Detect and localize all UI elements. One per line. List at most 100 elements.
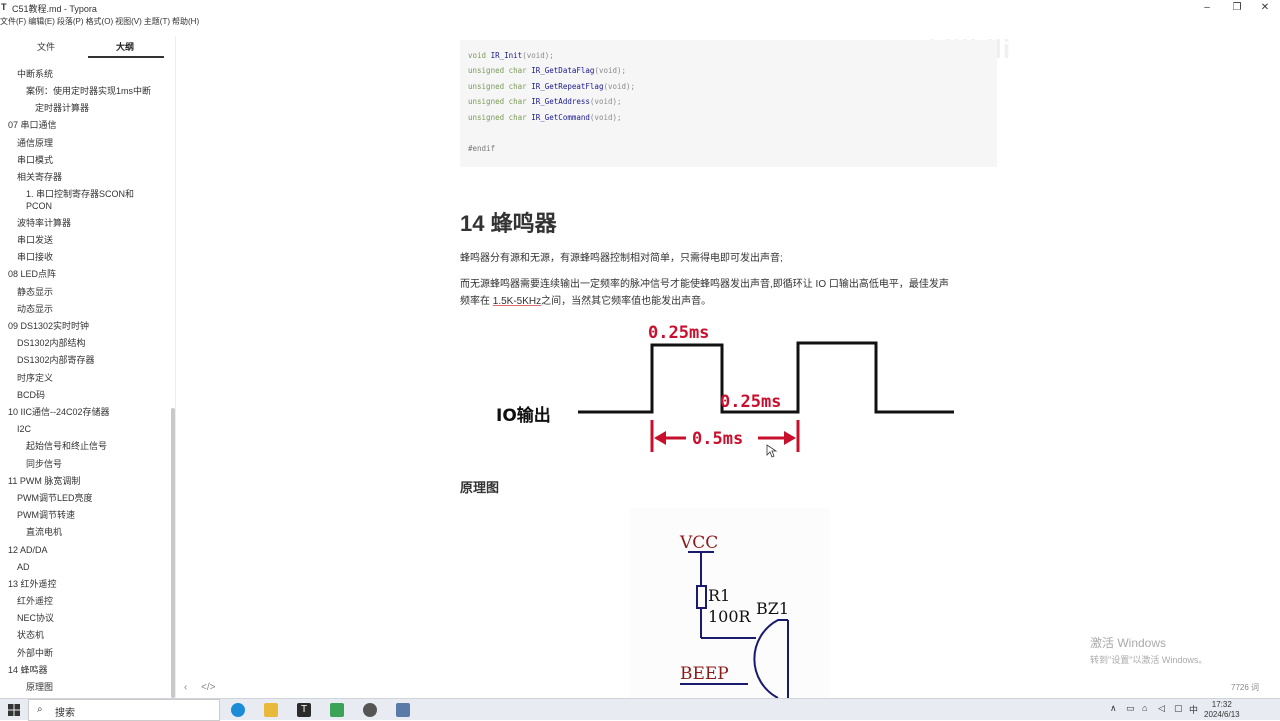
pwm-waveform-figure: IO输出 0.25ms 0.25ms 0.5ms [496, 323, 954, 458]
menu-help[interactable]: 帮助(H) [172, 15, 201, 29]
menu-bar: 文件(F) 编辑(E) 段落(P) 格式(O) 视图(V) 主题(T) 帮助(H… [0, 15, 201, 29]
period-label: 0.5ms [692, 429, 743, 449]
clock-date: 2024/6/13 [1204, 710, 1240, 719]
volume-icon[interactable]: ◁ [1158, 703, 1165, 714]
subsection-heading: 原理图 [460, 480, 500, 495]
vcc-label: VCC [679, 533, 718, 553]
menu-file[interactable]: 文件(F) [0, 15, 28, 29]
menu-view[interactable]: 视图(V) [115, 15, 144, 29]
paragraph: 蜂鸣器分有源和无源，有源蜂鸣器控制相对简单，只需得电即可发出声音; [460, 253, 783, 264]
outline-item[interactable]: 12 AD/DA [8, 544, 48, 556]
outline-item[interactable]: PWM调节LED亮度 [17, 492, 93, 504]
outline-item[interactable]: 案例：使用定时器实现1ms中断 [26, 85, 151, 97]
outline-item[interactable]: 起始信号和终止信号 [26, 440, 107, 452]
typora-app-icon: T [1, 2, 7, 12]
arrowhead-right [784, 431, 796, 445]
taskbar: ⌕ 搜索 T ∧ ▭ ⌂ ◁ ▢ 中 17:32 2024/6/13 [0, 698, 1280, 721]
outline-item[interactable]: 直流电机 [26, 526, 62, 538]
search-placeholder: 搜索 [55, 708, 75, 719]
arrowhead-left [654, 431, 666, 445]
sidebar: 文件 大纲 中断系统 案例：使用定时器实现1ms中断 定时器计算器 07 串口通… [0, 36, 176, 698]
outline-item[interactable]: NEC协议 [17, 612, 54, 624]
keil-icon[interactable] [330, 703, 344, 717]
chevron-up-icon[interactable]: ∧ [1110, 703, 1117, 714]
outline-item[interactable]: AD [17, 561, 30, 573]
code-line: unsigned char IR_GetAddress(void); [468, 97, 622, 106]
outline-item[interactable]: 外部中断 [17, 647, 53, 659]
back-icon[interactable]: ‹ [184, 682, 187, 693]
outline-item[interactable]: 波特率计算器 [17, 217, 71, 229]
outline-item[interactable]: 08 LED点阵 [8, 268, 56, 280]
outline-item[interactable]: 时序定义 [17, 372, 53, 384]
outline-item[interactable]: 动态显示 [17, 303, 53, 315]
outline-item[interactable]: 11 PWM 脉宽调制 [8, 475, 80, 487]
code-block[interactable]: void IR_Init(void); unsigned char IR_Get… [460, 40, 997, 167]
outline-item[interactable]: 静态显示 [17, 286, 53, 298]
outline-item[interactable]: PWM调节转速 [17, 509, 75, 521]
typora-taskbar-icon[interactable]: T [297, 703, 311, 717]
outline-item[interactable]: 07 串口通信 [8, 119, 57, 131]
camera-icon[interactable] [396, 703, 410, 717]
edge-icon[interactable] [231, 703, 245, 717]
minimize-icon[interactable]: – [1192, 0, 1222, 15]
r1-label: R1 [708, 586, 730, 605]
file-explorer-icon[interactable] [264, 703, 278, 717]
outline-item[interactable]: 串口发送 [17, 234, 53, 246]
low-duration-label: 0.25ms [720, 392, 781, 412]
tab-files[interactable]: 文件 [16, 40, 76, 53]
code-line: unsigned char IR_GetRepeatFlag(void); [468, 82, 636, 91]
outline-item[interactable]: I2C [17, 423, 31, 435]
menu-theme[interactable]: 主题(T) [144, 15, 172, 29]
outline-item[interactable]: 状态机 [17, 629, 44, 641]
outline-item[interactable]: 1. 串口控制寄存器SCON和 [26, 188, 134, 200]
menu-format[interactable]: 格式(O) [86, 15, 116, 29]
outline-item[interactable]: 通信原理 [17, 137, 53, 149]
tab-outline[interactable]: 大纲 [95, 40, 155, 53]
outline-item[interactable]: 10 IIC通信--24C02存储器 [8, 406, 110, 418]
editor-content: bilibili void IR_Init(void); unsigned ch… [220, 30, 1280, 698]
outline-item[interactable]: 串口接收 [17, 251, 53, 263]
outline-item[interactable]: PCON [26, 200, 52, 212]
close-icon[interactable]: ✕ [1250, 0, 1280, 15]
app-icon[interactable] [363, 703, 377, 717]
maximize-icon[interactable]: ❐ [1222, 0, 1252, 15]
taskbar-clock[interactable]: 17:32 2024/6/13 [1204, 700, 1240, 720]
ime-indicator[interactable]: 中 [1189, 703, 1198, 716]
code-line: unsigned char IR_GetDataFlag(void); [468, 66, 627, 75]
outline-item[interactable]: 红外遥控 [17, 595, 53, 607]
bz1-label: BZ1 [756, 599, 789, 618]
outline-item[interactable]: 同步信号 [26, 458, 62, 470]
windows-start-icon[interactable] [8, 704, 20, 716]
outline-item[interactable]: BCD码 [17, 389, 45, 401]
search-icon: ⌕ [37, 704, 43, 715]
menu-paragraph[interactable]: 段落(P) [57, 15, 86, 29]
outline-item[interactable]: DS1302内部结构 [17, 337, 86, 349]
buzzer-body [753, 619, 788, 698]
sidebar-scrollbar[interactable] [171, 408, 175, 698]
outline-item[interactable]: 定时器计算器 [35, 102, 89, 114]
tray-icon[interactable]: ▭ [1126, 703, 1135, 714]
outline-item[interactable]: 相关寄存器 [17, 171, 62, 183]
windows-activation-watermark: 激活 Windows 转到"设置"以激活 Windows。 [1090, 636, 1208, 665]
network-icon[interactable]: ⌂ [1142, 703, 1147, 713]
source-mode-icon[interactable]: </> [201, 682, 215, 693]
outline-item[interactable]: 14 蜂鸣器 [8, 664, 48, 676]
buzzer-schematic: VCC R1 100R BZ1 BEEP [630, 508, 830, 698]
outline-item[interactable]: 09 DS1302实时时钟 [8, 320, 89, 332]
outline-item[interactable]: 中断系统 [17, 68, 53, 80]
outline-item[interactable]: 串口模式 [17, 154, 53, 166]
display-icon[interactable]: ▢ [1174, 703, 1183, 714]
menu-edit[interactable]: 编辑(E) [28, 15, 57, 29]
code-line: #endif [468, 144, 496, 153]
code-line: void IR_Init(void); [468, 51, 554, 60]
outline-item[interactable]: DS1302内部寄存器 [17, 354, 95, 366]
sidebar-footer: ‹ </> [0, 680, 220, 698]
clock-time: 17:32 [1211, 700, 1232, 709]
taskbar-search-box[interactable]: ⌕ 搜索 [28, 699, 220, 721]
high-duration-label: 0.25ms [648, 323, 709, 343]
outline-item[interactable]: 13 红外遥控 [8, 578, 57, 590]
sidebar-tabs: 文件 大纲 [0, 36, 175, 58]
word-count[interactable]: 7726 词 [1231, 682, 1259, 693]
mouse-cursor-icon [766, 444, 778, 458]
resistor-r1 [696, 585, 707, 609]
